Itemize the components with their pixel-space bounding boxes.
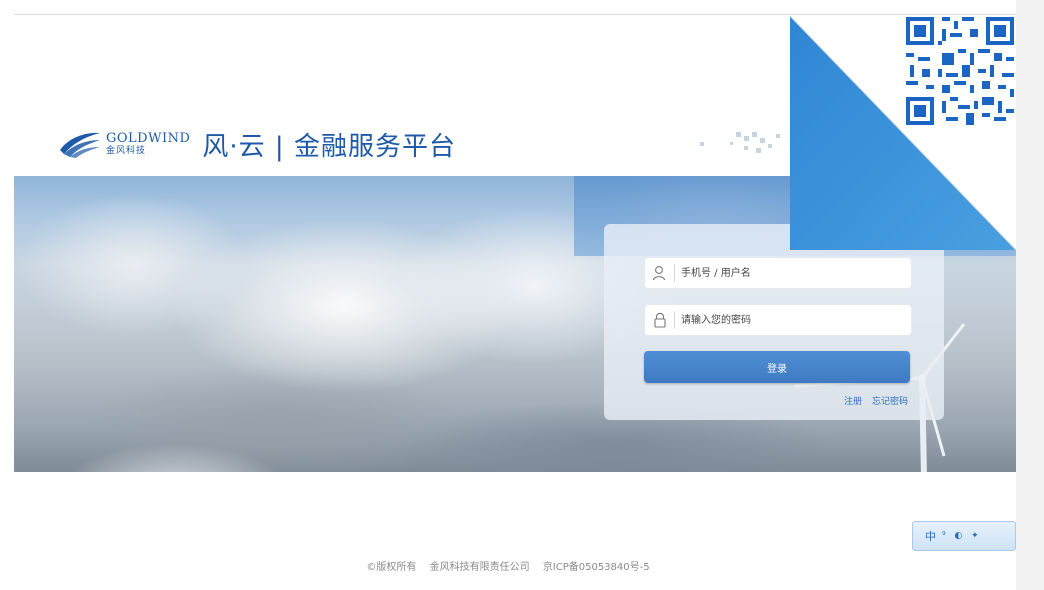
forgot-password-link[interactable]: 忘记密码 <box>872 394 908 407</box>
username-input[interactable] <box>681 258 901 288</box>
pixel-decoration <box>700 132 780 153</box>
lock-icon <box>645 311 675 329</box>
brand-logo-text: GOLDWIND 金风科技 <box>106 131 190 157</box>
password-field[interactable] <box>644 304 912 336</box>
brand-header: GOLDWIND 金风科技 风·云 | 金融服务平台 <box>58 122 456 166</box>
brand-logo-cn: 金风科技 <box>106 146 147 156</box>
qr-code-icon[interactable] <box>906 17 1014 125</box>
username-field[interactable] <box>644 257 912 289</box>
brand-logo-en: GOLDWIND <box>106 131 191 146</box>
language-widget-icons: ⁹ ◐ ✦ <box>942 531 982 541</box>
footer-company: 金风科技有限责任公司 <box>429 562 530 573</box>
password-input[interactable] <box>681 305 901 335</box>
goldwind-swoosh-icon <box>60 132 100 158</box>
auth-links: 注册 忘记密码 <box>844 394 908 407</box>
language-widget[interactable]: 中 ⁹ ◐ ✦ <box>912 521 1016 551</box>
page-title: 风·云 | 金融服务平台 <box>202 131 456 162</box>
language-label: 中 <box>925 530 936 543</box>
footer-icp[interactable]: 京ICP备05053840号-5 <box>543 562 650 573</box>
top-divider <box>14 14 1016 15</box>
register-link[interactable]: 注册 <box>844 394 862 407</box>
login-button[interactable]: 登录 <box>644 351 910 383</box>
login-panel: 登录 注册 忘记密码 <box>604 224 944 420</box>
footer-copyright: ©版权所有 <box>366 562 417 573</box>
scrollbar-track[interactable] <box>1016 0 1044 590</box>
footer: ©版权所有 金风科技有限责任公司 京ICP备05053840号-5 <box>0 558 1016 573</box>
user-icon <box>645 264 675 282</box>
